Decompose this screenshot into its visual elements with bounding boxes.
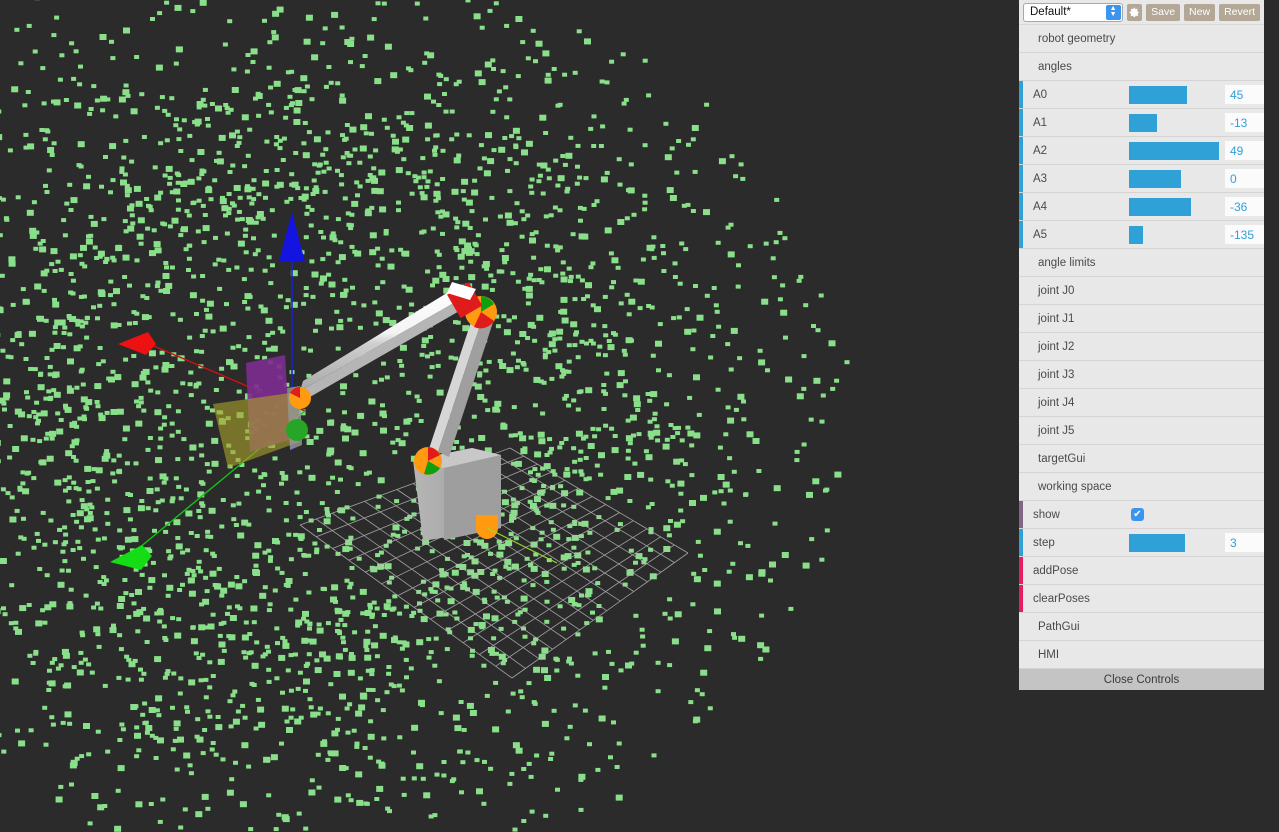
slider-track-a3[interactable] — [1129, 165, 1219, 193]
slider-value-a2[interactable]: 49 — [1225, 141, 1264, 160]
chevron-updown-icon[interactable]: ▲ ▼ — [1105, 4, 1121, 20]
save-button[interactable]: Save — [1146, 3, 1181, 21]
slider-label-step: step — [1033, 536, 1055, 549]
folder-path-gui-label: PathGui — [1038, 620, 1080, 633]
folder-joint-j5[interactable]: joint J5 — [1019, 417, 1264, 445]
slider-track-step[interactable] — [1129, 529, 1219, 557]
row-accent-bar — [1019, 165, 1023, 192]
slider-row-a3[interactable]: A3 0 — [1019, 165, 1264, 193]
folder-robot-geometry-label: robot geometry — [1038, 32, 1116, 45]
clear-poses-button[interactable]: clearPoses — [1019, 585, 1264, 613]
folder-joint-j2-label: joint J2 — [1038, 340, 1075, 353]
slider-track-a2[interactable] — [1129, 137, 1219, 165]
folder-angle-limits[interactable]: angle limits — [1019, 249, 1264, 277]
row-accent-bar — [1019, 193, 1023, 220]
slider-value-step[interactable]: 3 — [1225, 533, 1264, 552]
row-accent-bar — [1019, 557, 1023, 584]
folder-angles[interactable]: angles — [1019, 53, 1264, 81]
folder-joint-j0[interactable]: joint J0 — [1019, 277, 1264, 305]
slider-row-a0[interactable]: A0 45 — [1019, 81, 1264, 109]
show-checkbox[interactable]: ✔ — [1131, 508, 1144, 521]
slider-track-a5[interactable] — [1129, 221, 1219, 249]
folder-joint-j5-label: joint J5 — [1038, 424, 1075, 437]
check-icon: ✔ — [1133, 509, 1142, 520]
slider-label-a2: A2 — [1033, 144, 1048, 157]
folder-joint-j4[interactable]: joint J4 — [1019, 389, 1264, 417]
folder-target-gui-label: targetGui — [1038, 452, 1086, 465]
control-panel[interactable]: Default* ▲ ▼ Save New Revert robot geomet… — [1019, 0, 1264, 690]
slider-value-a5[interactable]: -135 — [1225, 225, 1264, 244]
checkbox-label-show: show — [1033, 508, 1060, 521]
add-pose-button[interactable]: addPose — [1019, 557, 1264, 585]
folder-angles-label: angles — [1038, 60, 1072, 73]
folder-working-space-label: working space — [1038, 480, 1112, 493]
row-accent-bar — [1019, 221, 1023, 248]
slider-value-a3[interactable]: 0 — [1225, 169, 1264, 188]
slider-fill-a2 — [1129, 141, 1219, 160]
slider-fill-step — [1129, 533, 1185, 552]
slider-label-a5: A5 — [1033, 228, 1048, 241]
row-accent-bar — [1019, 585, 1023, 612]
folder-joint-j2[interactable]: joint J2 — [1019, 333, 1264, 361]
slider-fill-a0 — [1129, 85, 1187, 104]
row-accent-bar — [1019, 501, 1023, 528]
folder-joint-j3-label: joint J3 — [1038, 368, 1075, 381]
slider-row-a4[interactable]: A4 -36 — [1019, 193, 1264, 221]
target-frame-planes — [213, 355, 302, 468]
slider-label-a4: A4 — [1033, 200, 1048, 213]
folder-joint-j4-label: joint J4 — [1038, 396, 1075, 409]
folder-joint-j3[interactable]: joint J3 — [1019, 361, 1264, 389]
folder-joint-j1[interactable]: joint J1 — [1019, 305, 1264, 333]
folder-joint-j1-label: joint J1 — [1038, 312, 1075, 325]
row-accent-bar — [1019, 81, 1023, 108]
gear-icon[interactable] — [1126, 3, 1143, 21]
folder-target-gui[interactable]: targetGui — [1019, 445, 1264, 473]
slider-track-a4[interactable] — [1129, 193, 1219, 221]
application-window: Default* ▲ ▼ Save New Revert robot geomet… — [0, 0, 1279, 832]
slider-fill-a1 — [1129, 113, 1157, 132]
row-accent-bar — [1019, 529, 1023, 556]
close-controls-button[interactable]: Close Controls — [1019, 669, 1264, 690]
clear-poses-label: clearPoses — [1033, 592, 1090, 605]
slider-fill-a5 — [1129, 225, 1143, 244]
slider-track-a1[interactable] — [1129, 109, 1219, 137]
revert-button[interactable]: Revert — [1219, 3, 1260, 21]
slider-fill-a4 — [1129, 197, 1191, 216]
folder-hmi[interactable]: HMI — [1019, 641, 1264, 669]
slider-row-a5[interactable]: A5 -135 — [1019, 221, 1264, 249]
folder-robot-geometry[interactable]: robot geometry — [1019, 25, 1264, 53]
slider-label-a3: A3 — [1033, 172, 1048, 185]
slider-fill-a3 — [1129, 169, 1181, 188]
slider-row-step[interactable]: step 3 — [1019, 529, 1264, 557]
add-pose-label: addPose — [1033, 564, 1079, 577]
folder-path-gui[interactable]: PathGui — [1019, 613, 1264, 641]
slider-row-a2[interactable]: A2 49 — [1019, 137, 1264, 165]
robot-link-upper — [300, 285, 468, 401]
row-accent-bar — [1019, 109, 1023, 136]
row-accent-bar — [1019, 137, 1023, 164]
slider-value-a0[interactable]: 45 — [1225, 85, 1264, 104]
new-button[interactable]: New — [1184, 3, 1216, 21]
slider-value-a4[interactable]: -36 — [1225, 197, 1264, 216]
checkbox-row-show[interactable]: show ✔ — [1019, 501, 1264, 529]
slider-value-a1[interactable]: -13 — [1225, 113, 1264, 132]
preset-toolbar: Default* ▲ ▼ Save New Revert — [1019, 0, 1264, 25]
slider-row-a1[interactable]: A1 -13 — [1019, 109, 1264, 137]
preset-select[interactable]: Default* ▲ ▼ — [1023, 2, 1123, 22]
folder-joint-j0-label: joint J0 — [1038, 284, 1075, 297]
folder-hmi-label: HMI — [1038, 648, 1060, 661]
workspace-point-cloud — [0, 0, 850, 832]
slider-label-a1: A1 — [1033, 116, 1048, 129]
slider-track-a0[interactable] — [1129, 81, 1219, 109]
folder-angle-limits-label: angle limits — [1038, 256, 1096, 269]
folder-working-space[interactable]: working space — [1019, 473, 1264, 501]
slider-label-a0: A0 — [1033, 88, 1048, 101]
preset-select-value: Default* — [1030, 6, 1071, 18]
